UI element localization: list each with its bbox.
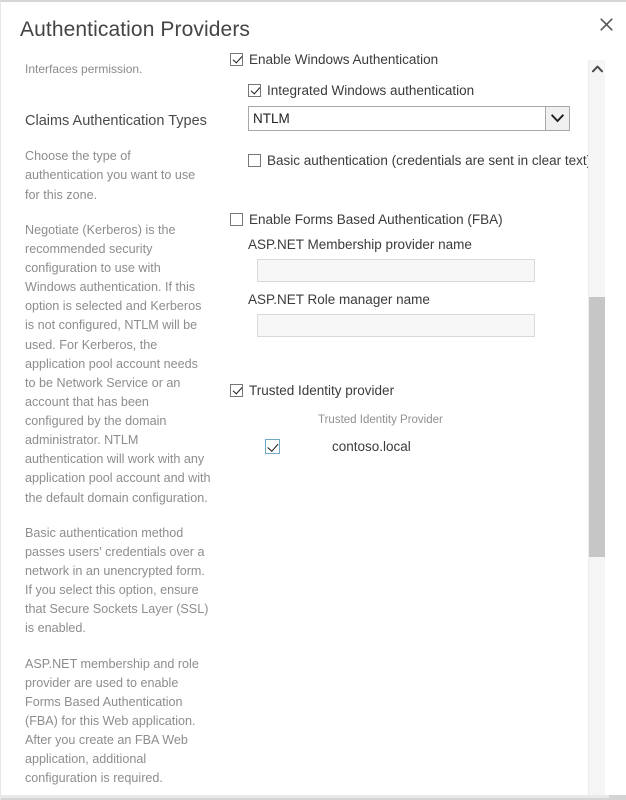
help-paragraph-1: Choose the type of authentication you wa… (25, 149, 196, 202)
basic-authentication-row[interactable]: Basic authentication (credentials are se… (248, 153, 591, 168)
role-manager-label: ASP.NET Role manager name (248, 292, 430, 307)
iwa-select[interactable]: NTLMNegotiate (Kerberos) (248, 106, 570, 131)
integrated-windows-authentication-label: Integrated Windows authentication (267, 83, 475, 98)
table-row[interactable]: contoso.local (230, 439, 580, 454)
page-title: Authentication Providers (20, 18, 251, 41)
claims-authentication-types-heading: Claims Authentication Types (25, 113, 207, 130)
basic-authentication-label: Basic authentication (credentials are se… (267, 153, 592, 168)
role-manager-input[interactable] (257, 314, 535, 337)
interfaces-permission-note: Interfaces permission. (25, 62, 143, 76)
membership-provider-input[interactable] (257, 259, 535, 282)
trusted-identity-provider-block: Trusted Identity provider Trusted Identi… (230, 383, 580, 454)
basic-authentication-checkbox[interactable] (248, 154, 261, 167)
enable-fba-label: Enable Forms Based Authentication (FBA) (249, 212, 503, 227)
enable-windows-authentication-checkbox[interactable] (230, 53, 243, 66)
dialog-bottom-strip-inner (1, 795, 609, 798)
form-column: Enable Windows Authentication Integrated… (230, 52, 591, 454)
iwa-select-wrapper: NTLMNegotiate (Kerberos) (248, 106, 580, 131)
chevron-up-icon[interactable] (589, 60, 605, 77)
scrollbar-track[interactable] (589, 77, 605, 795)
authentication-providers-dialog: Authentication Providers Interfaces perm… (0, 0, 626, 800)
trusted-identity-provider-table-header: Trusted Identity Provider (318, 414, 443, 426)
integrated-windows-authentication-row[interactable]: Integrated Windows authentication (248, 83, 580, 98)
dialog-body: Interfaces permission. Claims Authentica… (1, 52, 626, 795)
trusted-identity-provider-row[interactable]: Trusted Identity provider (230, 383, 580, 398)
dialog-bottom-strip (1, 795, 626, 800)
trusted-provider-row-checkbox[interactable] (265, 439, 280, 454)
forms-based-authentication-block: Enable Forms Based Authentication (FBA) … (230, 212, 580, 337)
help-paragraph-4: ASP.NET membership and role provider are… (25, 656, 199, 786)
trusted-identity-provider-checkbox[interactable] (230, 384, 243, 397)
integrated-windows-authentication-checkbox[interactable] (248, 84, 261, 97)
enable-fba-row[interactable]: Enable Forms Based Authentication (FBA) (230, 212, 580, 227)
help-paragraph-3: Basic authentication method passes users… (25, 525, 209, 636)
enable-windows-authentication-row[interactable]: Enable Windows Authentication (230, 52, 580, 67)
trusted-identity-provider-label: Trusted Identity provider (249, 383, 395, 398)
trusted-provider-row-name: contoso.local (332, 439, 411, 454)
scrollbar-thumb[interactable] (589, 297, 605, 557)
iwa-select-holder: NTLMNegotiate (Kerberos) (248, 106, 570, 131)
membership-provider-label: ASP.NET Membership provider name (248, 237, 472, 252)
close-icon[interactable] (593, 11, 619, 37)
enable-fba-checkbox[interactable] (230, 213, 243, 226)
dialog-titlebar: Authentication Providers (1, 2, 626, 58)
enable-windows-authentication-label: Enable Windows Authentication (249, 52, 439, 67)
description-column: Interfaces permission. Claims Authentica… (25, 52, 211, 800)
vertical-scrollbar[interactable] (588, 60, 605, 795)
help-paragraph-2: Negotiate (Kerberos) is the recommended … (25, 222, 211, 505)
